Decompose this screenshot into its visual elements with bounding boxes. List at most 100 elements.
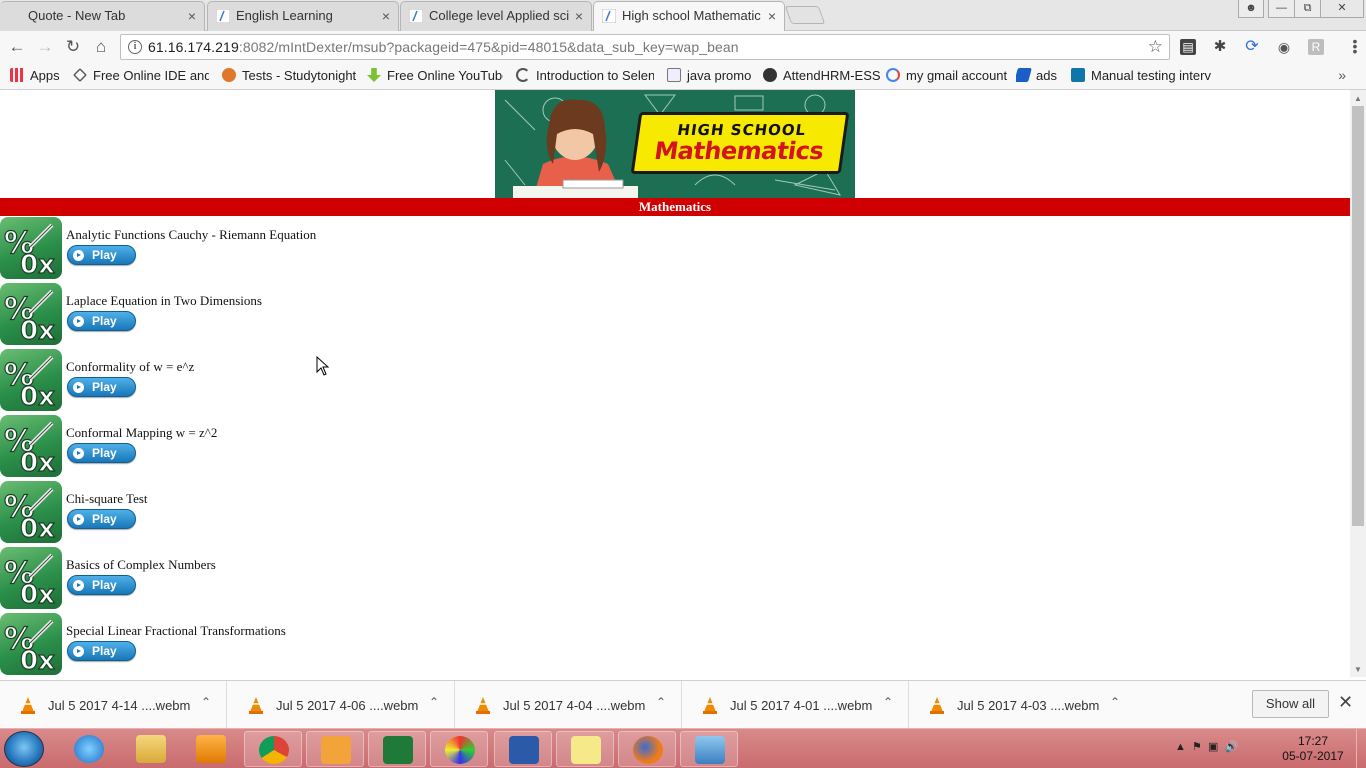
bookmark-gmail[interactable]: my gmail account <box>886 68 1007 83</box>
taskbar-file-explorer[interactable] <box>122 731 180 767</box>
bookmark-manual-testing[interactable]: Manual testing interv <box>1071 68 1211 83</box>
play-label: Play <box>92 314 117 328</box>
word-icon <box>509 736 539 764</box>
spark-extension-icon[interactable]: ✱ <box>1212 39 1228 55</box>
bookmark-studytonight[interactable]: Tests - Studytonight <box>222 68 356 83</box>
bookmark-star-icon[interactable]: ☆ <box>1148 37 1163 57</box>
section-title: Mathematics <box>638 199 712 214</box>
bookmark-free-online-youtube[interactable]: Free Online YouTube <box>367 68 503 83</box>
svg-text:0x: 0x <box>20 316 55 345</box>
chevron-up-icon[interactable]: ⌃ <box>883 695 893 709</box>
page-scrollbar[interactable]: ▲ ▼ <box>1350 90 1366 677</box>
show-desktop-button[interactable] <box>1356 729 1366 768</box>
math-percent-icon[interactable]: % 0x <box>0 349 62 411</box>
math-percent-icon[interactable]: % 0x <box>0 547 62 609</box>
math-percent-icon[interactable]: % 0x <box>0 481 62 543</box>
tab-close-icon[interactable]: × <box>382 2 390 30</box>
chevron-up-icon[interactable]: ⌃ <box>201 695 211 709</box>
math-percent-icon[interactable]: % 0x <box>0 283 62 345</box>
user-profile-icon[interactable]: ☻ <box>1238 0 1264 18</box>
forward-arrow-icon[interactable]: → <box>36 38 54 56</box>
taskbar-remote-desktop[interactable] <box>680 731 738 767</box>
bookmark-apps[interactable]: Apps <box>10 68 60 83</box>
address-bar[interactable]: i 61.16.174.219:8082/mIntDexter/msub?pac… <box>120 34 1170 60</box>
taskbar-excel[interactable] <box>368 731 426 767</box>
sync-extension-icon[interactable]: ⟳ <box>1244 39 1260 55</box>
chevron-up-icon[interactable]: ⌃ <box>656 695 666 709</box>
close-window-button[interactable]: ✕ <box>1320 0 1364 18</box>
math-percent-icon[interactable]: % 0x <box>0 613 62 675</box>
download-item[interactable]: Jul 5 2017 4-01 ....webm ⌃ <box>682 681 909 729</box>
taskbar-paint[interactable] <box>430 731 488 767</box>
scroll-down-arrow-icon[interactable]: ▼ <box>1354 665 1362 674</box>
excel-icon <box>383 736 413 764</box>
play-label: Play <box>92 446 117 460</box>
taskbar-internet-explorer[interactable] <box>60 731 118 767</box>
menu-kebab-icon[interactable]: • • • <box>1352 34 1358 58</box>
item-title[interactable]: Conformality of w = e^z <box>66 359 194 375</box>
reload-icon[interactable]: ↻ <box>64 38 82 56</box>
new-tab-button[interactable] <box>784 6 826 24</box>
item-title[interactable]: Basics of Complex Numbers <box>66 557 216 573</box>
item-title[interactable]: Analytic Functions Cauchy - Riemann Equa… <box>66 227 316 243</box>
back-arrow-icon[interactable]: ← <box>8 38 26 56</box>
bookmark-java-promo[interactable]: java promo <box>667 68 751 83</box>
play-button[interactable]: Play <box>67 443 136 463</box>
camera-extension-icon[interactable]: ◉ <box>1276 39 1292 55</box>
close-downloads-icon[interactable]: ✕ <box>1338 692 1353 713</box>
tab-quote-new-tab[interactable]: Quote - New Tab × <box>0 1 205 31</box>
tab-english-learning[interactable]: English Learning × <box>207 1 399 31</box>
math-percent-icon[interactable]: % 0x <box>0 415 62 477</box>
play-button[interactable]: Play <box>67 509 136 529</box>
taskbar-media-player[interactable] <box>182 731 240 767</box>
item-title[interactable]: Laplace Equation in Two Dimensions <box>66 293 262 309</box>
show-all-downloads-button[interactable]: Show all <box>1252 690 1329 718</box>
chevron-up-icon[interactable]: ⌃ <box>429 695 439 709</box>
taskbar-word[interactable] <box>494 731 552 767</box>
play-button[interactable]: Play <box>67 641 136 661</box>
scroll-up-arrow-icon[interactable]: ▲ <box>1354 94 1362 103</box>
system-clock[interactable]: 17:27 05-07-2017 <box>1278 734 1348 764</box>
download-filename: Jul 5 2017 4-06 ....webm <box>276 698 419 713</box>
bookmarks-overflow-icon[interactable]: » <box>1338 67 1346 83</box>
math-percent-icon[interactable]: % 0x <box>0 217 62 279</box>
download-item[interactable]: Jul 5 2017 4-06 ....webm ⌃ <box>228 681 455 729</box>
download-item[interactable]: Jul 5 2017 4-04 ....webm ⌃ <box>455 681 682 729</box>
tab-close-icon[interactable]: × <box>188 2 196 30</box>
taskbar-sticky-notes[interactable] <box>556 731 614 767</box>
clock-time: 17:27 <box>1297 734 1329 748</box>
item-title[interactable]: Chi-square Test <box>66 491 148 507</box>
download-item[interactable]: Jul 5 2017 4-14 ....webm ⌃ <box>0 681 227 729</box>
play-button[interactable]: Play <box>67 377 136 397</box>
list-item: % 0x Basics of Complex Numbers Play <box>0 547 700 611</box>
item-title[interactable]: Special Linear Fractional Transformation… <box>66 623 286 639</box>
play-button[interactable]: Play <box>67 575 136 595</box>
svg-text:0x: 0x <box>20 514 55 543</box>
home-icon[interactable]: ⌂ <box>92 38 110 56</box>
reader-extension-icon[interactable]: ▤ <box>1180 39 1196 55</box>
download-item[interactable]: Jul 5 2017 4-03 ....webm ⌃ <box>909 681 1136 729</box>
taskbar-firefox[interactable] <box>618 731 676 767</box>
site-info-icon[interactable]: i <box>128 40 142 54</box>
play-icon <box>73 448 84 459</box>
scrollbar-thumb[interactable] <box>1352 106 1364 526</box>
tab-college-applied-science[interactable]: College level Applied sci × <box>400 1 592 31</box>
profile-avatar-icon[interactable]: R <box>1308 39 1324 55</box>
bookmark-ads[interactable]: ads <box>1016 68 1057 83</box>
restore-button[interactable]: ⧉ <box>1294 0 1320 18</box>
bookmark-introduction-selenium[interactable]: Introduction to Selen <box>516 68 654 83</box>
taskbar-chrome[interactable] <box>244 731 302 767</box>
tab-high-school-mathematics[interactable]: High school Mathematic × <box>593 1 785 31</box>
bookmark-free-online-ide[interactable]: Free Online IDE and T <box>73 68 209 83</box>
play-button[interactable]: Play <box>67 311 136 331</box>
bookmark-attendhrm[interactable]: AttendHRM-ESS <box>763 68 881 83</box>
tab-close-icon[interactable]: × <box>768 2 776 30</box>
item-title[interactable]: Conformal Mapping w = z^2 <box>66 425 217 441</box>
minimize-button[interactable]: — <box>1268 0 1294 18</box>
chevron-up-icon[interactable]: ⌃ <box>1110 695 1120 709</box>
taskbar-outlook[interactable] <box>306 731 364 767</box>
start-button[interactable] <box>4 731 44 767</box>
tab-close-icon[interactable]: × <box>575 2 583 30</box>
system-tray[interactable]: ▲ ⚑ ▣ 🔊 <box>1175 740 1238 753</box>
play-button[interactable]: Play <box>67 245 136 265</box>
